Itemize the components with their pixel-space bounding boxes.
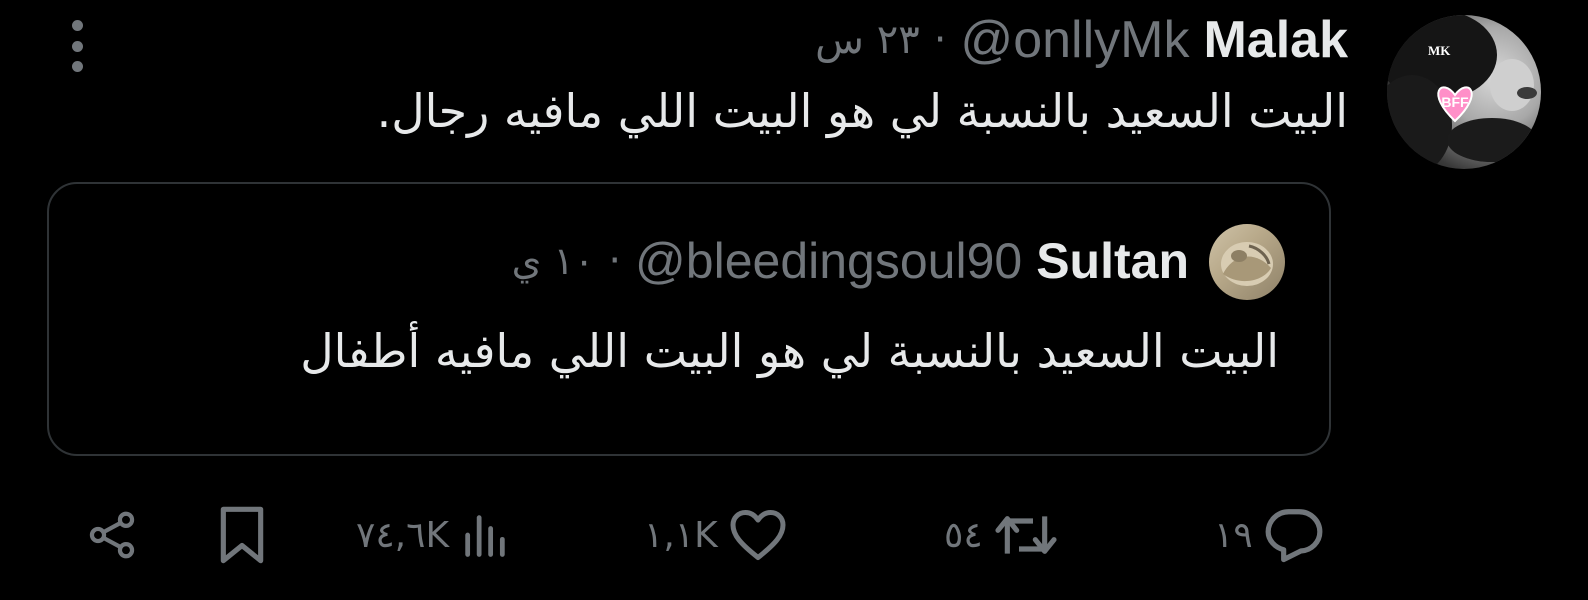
heart-icon — [730, 510, 786, 560]
bookmark-icon — [220, 506, 264, 564]
quoted-avatar[interactable] — [1209, 224, 1285, 300]
bookmark-button[interactable] — [214, 500, 270, 570]
views-chart-icon — [465, 515, 505, 557]
tweet-header: Malak @onllyMk · ٢٣ س — [815, 10, 1348, 70]
display-name[interactable]: Malak — [1203, 10, 1348, 70]
quoted-tweet-card[interactable]: Sultan @bleedingsoul90 · ١٠ ي البيت السع… — [47, 182, 1331, 456]
quoted-tweet-header: Sultan @bleedingsoul90 · ١٠ ي — [512, 226, 1189, 296]
quoted-timestamp: ١٠ ي — [511, 239, 595, 283]
avatar-image — [1387, 15, 1537, 169]
reply-icon — [1265, 509, 1323, 563]
quoted-user-handle[interactable]: @bleedingsoul90 — [635, 232, 1022, 290]
quoted-avatar-image — [1221, 242, 1273, 286]
quoted-display-name[interactable]: Sultan — [1036, 232, 1189, 290]
likes-count: ١,١K — [644, 514, 718, 556]
more-options-icon[interactable] — [64, 20, 90, 72]
timestamp[interactable]: ٢٣ س — [815, 17, 920, 63]
tweet-text: البيت السعيد بالنسبة لي هو البيت اللي ما… — [376, 84, 1348, 138]
more-dot — [71, 40, 83, 52]
share-button[interactable] — [84, 500, 140, 570]
share-icon — [89, 511, 135, 559]
quoted-tweet-text: البيت السعيد بالنسبة لي هو البيت اللي ما… — [300, 324, 1279, 378]
more-dot — [71, 61, 83, 72]
reply-button[interactable]: ١٩ — [1214, 500, 1325, 570]
replies-count: ١٩ — [1214, 514, 1253, 556]
avatar-badge-text: BFF — [1441, 94, 1469, 110]
retweet-icon — [995, 516, 1057, 554]
separator-dot: · — [933, 17, 947, 63]
tweet[interactable]: Malak @onllyMk · ٢٣ س BFF MK البيت السعي… — [0, 0, 1588, 600]
retweets-count: ٥٤ — [944, 514, 983, 556]
user-handle[interactable]: @onllyMk — [960, 10, 1189, 70]
views-button[interactable]: ٧٤,٦K — [356, 500, 511, 570]
more-dot — [71, 20, 83, 31]
retweet-button[interactable]: ٥٤ — [944, 500, 1059, 570]
avatar-corner-text: MK — [1428, 43, 1451, 58]
like-button[interactable]: ١,١K — [644, 500, 788, 570]
avatar[interactable]: BFF MK — [1387, 15, 1541, 169]
quoted-separator-dot: · — [608, 238, 622, 284]
views-count: ٧٤,٦K — [356, 514, 450, 556]
